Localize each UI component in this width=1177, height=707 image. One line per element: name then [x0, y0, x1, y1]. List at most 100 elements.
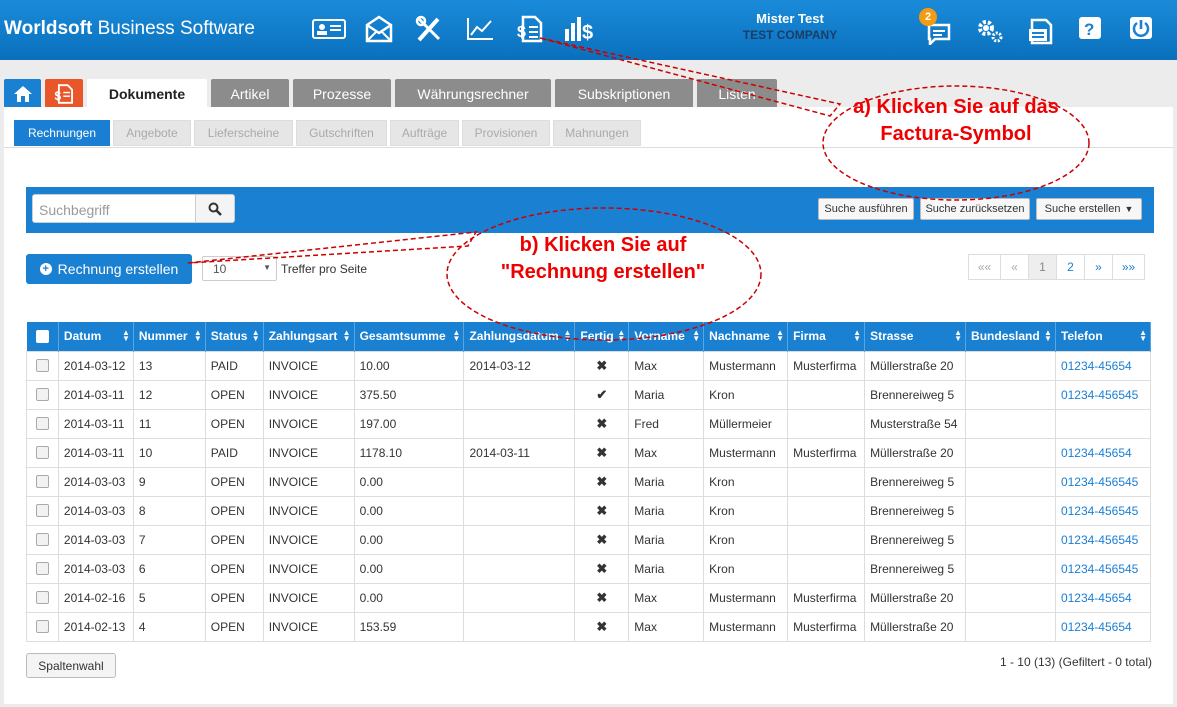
pager-next[interactable]: »	[1084, 254, 1113, 280]
cell-telefon[interactable]: 01234-45654	[1054, 611, 1152, 642]
row-checkbox[interactable]	[35, 388, 49, 401]
row-checkbox[interactable]	[35, 620, 49, 633]
row-checkbox[interactable]	[35, 533, 49, 546]
row-checkbox-cell[interactable]	[26, 437, 59, 468]
tab-subskriptionen[interactable]: Subskriptionen	[555, 79, 693, 108]
row-checkbox-cell[interactable]	[26, 553, 59, 584]
cell-telefon[interactable]: 01234-45654	[1054, 350, 1152, 381]
select-all-checkbox[interactable]	[35, 329, 49, 343]
col-status[interactable]: Status ▲ ▼	[205, 322, 264, 351]
power-icon[interactable]	[1124, 13, 1158, 43]
row-checkbox-cell[interactable]	[26, 524, 59, 555]
row-checkbox[interactable]	[35, 446, 49, 459]
col-nachname[interactable]: Nachname ▲ ▼	[703, 322, 789, 351]
cell-strasse: Brennereiweg 5	[864, 379, 967, 410]
col-bundesland[interactable]: Bundesland ▲ ▼	[965, 322, 1056, 351]
table-row[interactable]: 2014-03-03 7 OPEN INVOICE 0.00 ✖ Maria Kron Bren…	[26, 524, 1152, 555]
cell-telefon[interactable]: 01234-45654	[1054, 582, 1152, 613]
documents-icon[interactable]	[1024, 16, 1058, 46]
search-input[interactable]: Suchbegriff	[32, 194, 196, 223]
table-row[interactable]: 2014-03-11 12 OPEN INVOICE 375.50 ✔ Maria Kron B…	[26, 379, 1152, 410]
tab-dokumente[interactable]: Dokumente	[87, 79, 207, 108]
col-datum[interactable]: Datum ▲ ▼	[58, 322, 134, 351]
tab-waehrungsrechner[interactable]: Währungsrechner	[395, 79, 551, 108]
execute-search-button[interactable]: Suche ausführen	[818, 198, 914, 220]
row-checkbox[interactable]	[35, 591, 49, 604]
table-row[interactable]: 2014-02-16 5 OPEN INVOICE 0.00 ✖ Max Mustermann…	[26, 582, 1152, 613]
create-invoice-button[interactable]: + Rechnung erstellen	[26, 254, 192, 284]
col-zahlungsdatum[interactable]: Zahlungsdatum ▲ ▼	[463, 322, 576, 351]
help-icon[interactable]: ?	[1073, 13, 1107, 43]
row-checkbox-cell[interactable]	[26, 379, 59, 410]
pager-last[interactable]: »»	[1112, 254, 1145, 280]
col-fertig[interactable]: Fertig ▲ ▼	[574, 322, 630, 351]
factura-icon[interactable]: $	[513, 14, 547, 44]
row-checkbox[interactable]	[35, 417, 49, 430]
search-button[interactable]	[195, 194, 235, 223]
tab-prozesse[interactable]: Prozesse	[293, 79, 391, 108]
row-checkbox-cell[interactable]	[26, 466, 59, 497]
reset-search-button[interactable]: Suche zurücksetzen	[920, 198, 1030, 220]
column-select-button[interactable]: Spaltenwahl	[26, 653, 116, 678]
col-gesamtsumme[interactable]: Gesamtsumme ▲ ▼	[354, 322, 465, 351]
pager-page-1[interactable]: 1	[1028, 254, 1057, 280]
pager-page-2[interactable]: 2	[1056, 254, 1085, 280]
cell-telefon[interactable]: 01234-456545	[1054, 379, 1152, 410]
cell-bundesland	[965, 553, 1056, 584]
settings-icon[interactable]	[973, 15, 1007, 45]
subtab-rechnungen[interactable]: Rechnungen	[14, 120, 110, 146]
col-firma[interactable]: Firma ▲ ▼	[787, 322, 866, 351]
table-row[interactable]: 2014-03-03 6 OPEN INVOICE 0.00 ✖ Maria Kron Bren…	[26, 553, 1152, 584]
per-page-select[interactable]: 10 ▼	[202, 256, 277, 281]
col-strasse[interactable]: Strasse ▲ ▼	[864, 322, 967, 351]
row-checkbox[interactable]	[35, 504, 49, 517]
subtab-gutschriften[interactable]: Gutschriften	[296, 120, 387, 146]
cell-fertig: ✖	[574, 611, 630, 642]
subtab-lieferscheine[interactable]: Lieferscheine	[194, 120, 293, 146]
table-row[interactable]: 2014-03-03 8 OPEN INVOICE 0.00 ✖ Maria Kron Bren…	[26, 495, 1152, 526]
row-checkbox-cell[interactable]	[26, 350, 59, 381]
col-telefon[interactable]: Telefon ▲ ▼	[1055, 322, 1152, 351]
chart-icon[interactable]	[463, 14, 497, 44]
row-checkbox-cell[interactable]	[26, 611, 59, 642]
contact-card-icon[interactable]	[312, 14, 346, 44]
pager-prev[interactable]: «	[1000, 254, 1029, 280]
col-nummer[interactable]: Nummer ▲ ▼	[133, 322, 206, 351]
col-vorname[interactable]: Vorname ▲ ▼	[628, 322, 705, 351]
per-page-label: Treffer pro Seite	[281, 262, 368, 276]
cell-telefon[interactable]: 01234-456545	[1054, 466, 1152, 497]
row-checkbox[interactable]	[35, 475, 49, 488]
mail-icon[interactable]	[362, 14, 396, 44]
tab-listen[interactable]: Listen	[697, 79, 777, 108]
table-row[interactable]: 2014-02-13 4 OPEN INVOICE 153.59 ✖ Max Musterma…	[26, 611, 1152, 642]
row-checkbox-cell[interactable]	[26, 495, 59, 526]
home-icon	[13, 85, 32, 102]
cell-telefon[interactable]: 01234-456545	[1054, 553, 1152, 584]
subtab-mahnungen[interactable]: Mahnungen	[553, 120, 641, 146]
subtab-auftraege[interactable]: Aufträge	[390, 120, 459, 146]
pager-first[interactable]: ««	[968, 254, 1001, 280]
table-row[interactable]: 2014-03-12 13 PAID INVOICE 10.00 2014-03-12 ✖ M…	[26, 350, 1152, 381]
cell-firma	[787, 524, 866, 555]
tools-icon[interactable]	[412, 14, 446, 44]
row-checkbox-cell[interactable]	[26, 582, 59, 613]
factura-tab[interactable]: $	[45, 79, 83, 108]
cell-telefon[interactable]: 01234-456545	[1054, 495, 1152, 526]
row-checkbox-cell[interactable]	[26, 408, 59, 439]
table-row[interactable]: 2014-03-03 9 OPEN INVOICE 0.00 ✖ Maria Kron Bren…	[26, 466, 1152, 497]
row-checkbox[interactable]	[35, 359, 49, 372]
col-zahlungsart[interactable]: Zahlungsart ▲ ▼	[263, 322, 355, 351]
sales-icon[interactable]: $	[563, 14, 597, 44]
tab-artikel[interactable]: Artikel	[211, 79, 289, 108]
subtab-angebote[interactable]: Angebote	[113, 120, 191, 146]
cell-telefon[interactable]: 01234-45654	[1054, 437, 1152, 468]
row-checkbox[interactable]	[35, 562, 49, 575]
create-search-button[interactable]: Suche erstellen ▼	[1036, 198, 1142, 220]
table-row[interactable]: 2014-03-11 11 OPEN INVOICE 197.00 ✖ Fred Müller…	[26, 408, 1152, 439]
annotation-a-text: a) Klicken Sie auf das Factura-Symbol	[853, 96, 1059, 145]
subtab-provisionen[interactable]: Provisionen	[462, 120, 550, 146]
cell-telefon[interactable]: 01234-456545	[1054, 524, 1152, 555]
table-row[interactable]: 2014-03-11 10 PAID INVOICE 1178.10 2014-03-11…	[26, 437, 1152, 468]
home-tab[interactable]	[4, 79, 41, 108]
select-all-header[interactable]	[26, 322, 59, 351]
